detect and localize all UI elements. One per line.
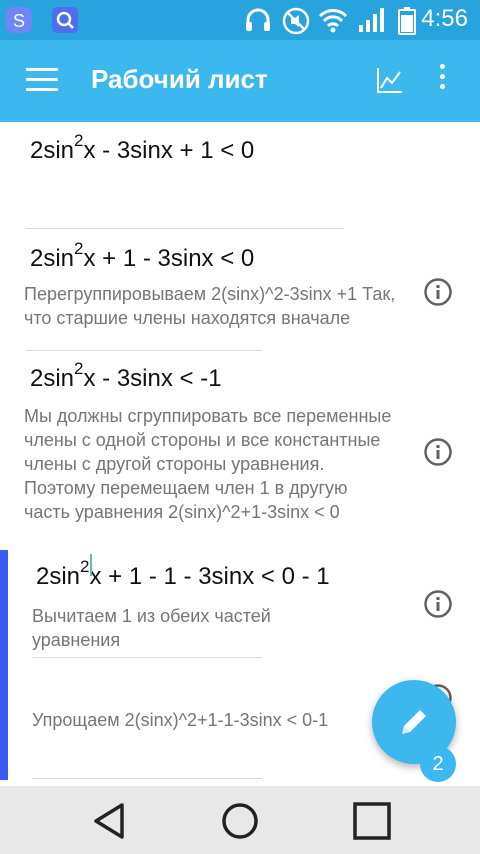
menu-icon[interactable] — [26, 68, 58, 92]
info-icon[interactable] — [424, 590, 452, 618]
more-vert-icon[interactable] — [432, 64, 452, 98]
step-count-badge: 2 — [420, 746, 456, 782]
step-divider — [32, 657, 262, 658]
step-4-explanation: Упрощаем 2(sinx)^2+1-1-3sinx < 0-1 — [32, 710, 329, 730]
text-cursor — [90, 554, 92, 576]
status-bar: S 4:56 — [0, 0, 480, 40]
step-divider — [26, 350, 262, 351]
step-divider — [32, 778, 262, 779]
svg-text:S: S — [13, 11, 25, 31]
battery-icon — [398, 7, 416, 40]
step-divider — [26, 228, 344, 229]
step-2-math[interactable]: 2sin2x - 3sinx < -1 — [30, 359, 222, 393]
step-1-explanation: Перегруппировываем 2(sinx)^2-3sinx +1 Та… — [24, 284, 396, 328]
step-1-math[interactable]: 2sin2x + 1 - 3sinx < 0 — [30, 239, 254, 273]
info-icon[interactable] — [424, 438, 452, 466]
recents-icon[interactable] — [352, 801, 392, 841]
step-2-explanation: Мы должны сгруппировать все переменные ч… — [24, 406, 392, 522]
mute-icon — [282, 7, 310, 40]
app-title: Рабочий лист — [91, 64, 268, 94]
home-icon[interactable] — [220, 801, 260, 841]
headphones-icon — [244, 7, 272, 38]
system-nav-bar — [0, 786, 480, 854]
s-app-icon: S — [6, 7, 32, 38]
back-icon[interactable] — [90, 801, 130, 841]
selected-step-indicator — [0, 550, 8, 780]
signal-icon — [358, 7, 386, 38]
step-3-explanation: Вычитаем 1 из обеих частей уравнения — [32, 606, 271, 650]
graph-icon[interactable] — [374, 66, 404, 96]
wifi-icon — [318, 7, 348, 38]
pencil-icon — [402, 710, 426, 734]
step-3-math[interactable]: 2sin2x + 1 - 1 - 3sinx < 0 - 1 — [36, 557, 330, 591]
step-0-math[interactable]: 2sin2x - 3sinx + 1 < 0 — [30, 131, 254, 165]
search-app-icon — [52, 7, 78, 38]
info-icon[interactable] — [424, 278, 452, 306]
status-time: 4:56 — [421, 5, 468, 32]
app-bar: Рабочий лист — [0, 40, 480, 122]
